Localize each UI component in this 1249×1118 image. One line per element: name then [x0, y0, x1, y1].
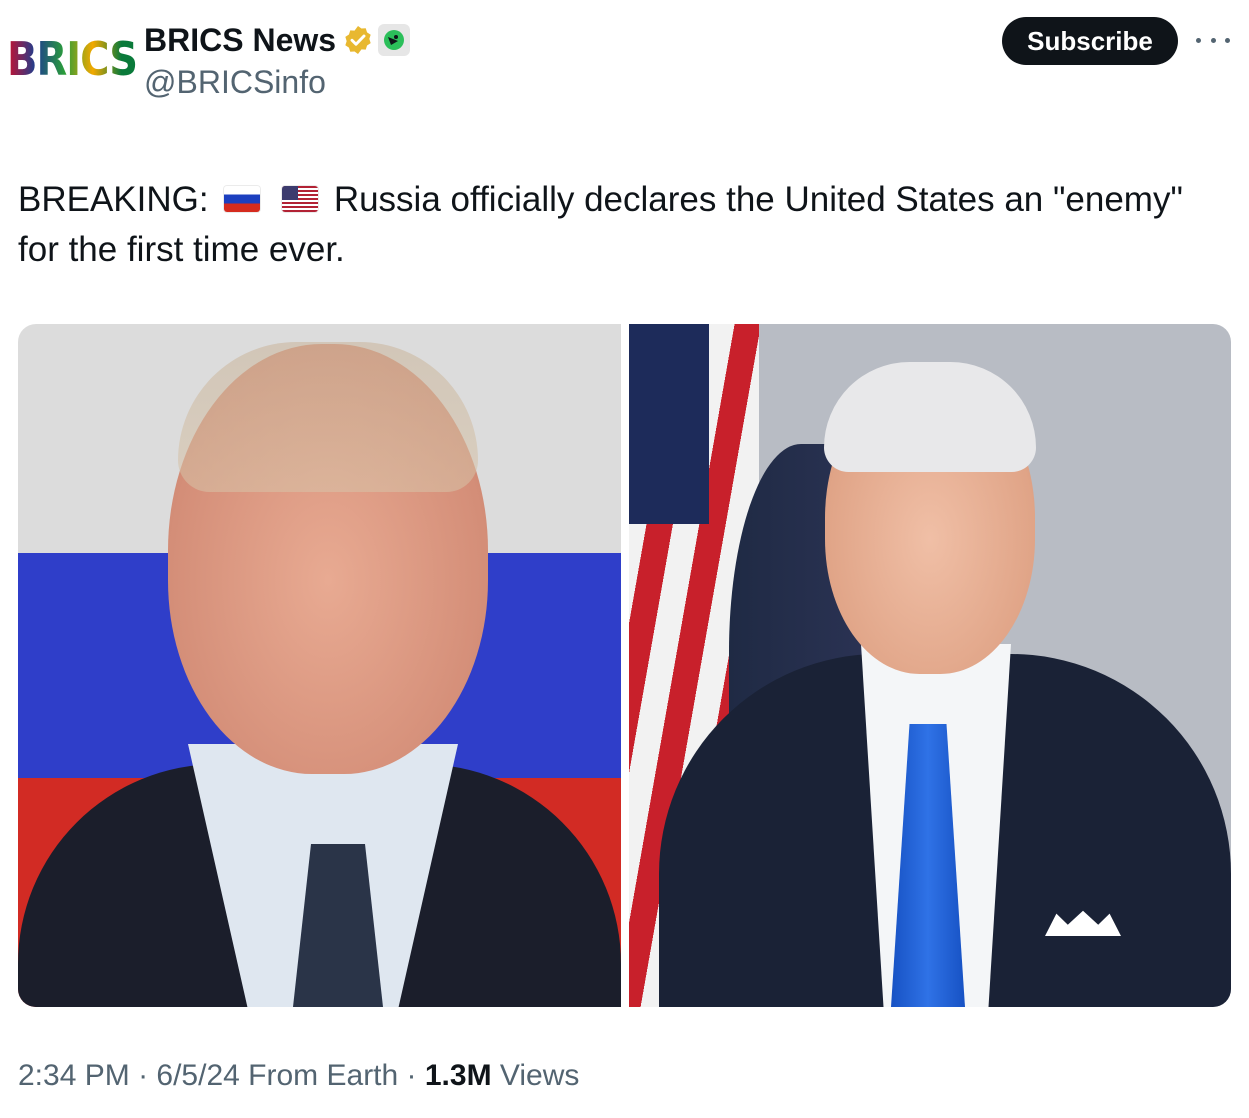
tweet-source: From Earth	[248, 1059, 399, 1092]
tweet-media[interactable]	[18, 324, 1231, 1007]
more-dot	[1210, 37, 1216, 43]
hair	[824, 362, 1036, 472]
meta-separator: ·	[406, 1059, 425, 1092]
avatar[interactable]: BRICS	[7, 30, 138, 90]
affiliate-badge-icon[interactable]	[378, 24, 411, 56]
more-dot	[1225, 37, 1230, 43]
affiliate-logo-icon	[384, 30, 405, 50]
tweet-meta: 2:34 PM · 6/5/24 From Earth · 1.3M Views	[18, 1059, 579, 1093]
views-count[interactable]: 1.3M	[425, 1059, 492, 1092]
person-left	[18, 324, 621, 1007]
author-name-row: BRICS News	[144, 20, 411, 60]
verified-badge-icon[interactable]	[342, 24, 374, 56]
more-options-icon[interactable]	[1196, 30, 1230, 50]
views-label: Views	[499, 1059, 580, 1092]
usa-flag-icon	[282, 185, 319, 212]
author-handle[interactable]: @BRICSinfo	[144, 64, 410, 101]
hair	[178, 342, 478, 492]
tweet-date[interactable]: 6/5/24	[156, 1059, 239, 1092]
tweet-time[interactable]: 2:34 PM	[18, 1059, 130, 1092]
tweet-header: BRICS BRICS News @BRICSinfo Subscribe	[0, 0, 1249, 120]
person-right	[629, 324, 1231, 1007]
media-image-right[interactable]	[629, 324, 1231, 1007]
tweet-text: BREAKING: Russia officially declares the…	[18, 175, 1218, 275]
subscribe-button[interactable]: Subscribe	[1002, 17, 1178, 65]
meta-separator: ·	[138, 1059, 157, 1092]
author-block: BRICS News @BRICSinfo	[144, 20, 411, 101]
media-image-left[interactable]	[18, 324, 621, 1007]
russia-flag-icon	[224, 185, 261, 212]
tweet-prefix: BREAKING:	[18, 180, 209, 219]
avatar-logo-text: BRICS	[6, 33, 138, 87]
author-display-name[interactable]: BRICS News	[144, 22, 336, 59]
more-dot	[1196, 37, 1201, 43]
